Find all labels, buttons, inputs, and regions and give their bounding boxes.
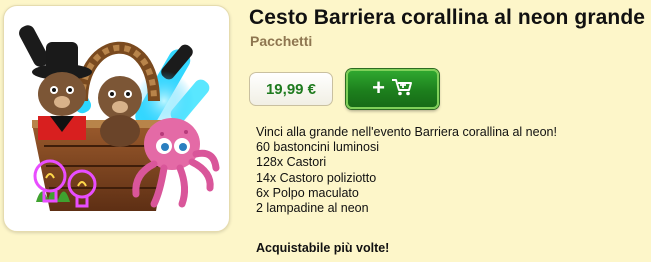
product-category: Pacchetti (250, 33, 313, 49)
description-line: 2 lampadine al neon (256, 201, 369, 216)
cart-plus-icon (391, 78, 413, 101)
product-image (3, 5, 230, 232)
add-to-cart-button[interactable]: + (346, 69, 439, 109)
description-line: 128x Castori (256, 155, 327, 170)
beaver-icon (98, 76, 142, 147)
product-description: Vinci alla grande nell'evento Barriera c… (256, 125, 636, 216)
price-value: 19,99 € (265, 80, 317, 98)
description-line: Vinci alla grande nell'evento Barriera c… (256, 125, 557, 139)
description-line: 14x Castoro poliziotto (256, 170, 377, 185)
product-title: Cesto Barriera corallina al neon grande (249, 6, 646, 29)
description-line: 6x Polpo maculato (256, 185, 359, 200)
product-illustration (19, 25, 220, 211)
repeatable-note: Acquistabile più volte! (256, 241, 390, 255)
plus-icon: + (372, 75, 385, 100)
price-badge: 19,99 € (249, 72, 333, 106)
description-line: 60 bastoncini luminosi (256, 140, 379, 155)
